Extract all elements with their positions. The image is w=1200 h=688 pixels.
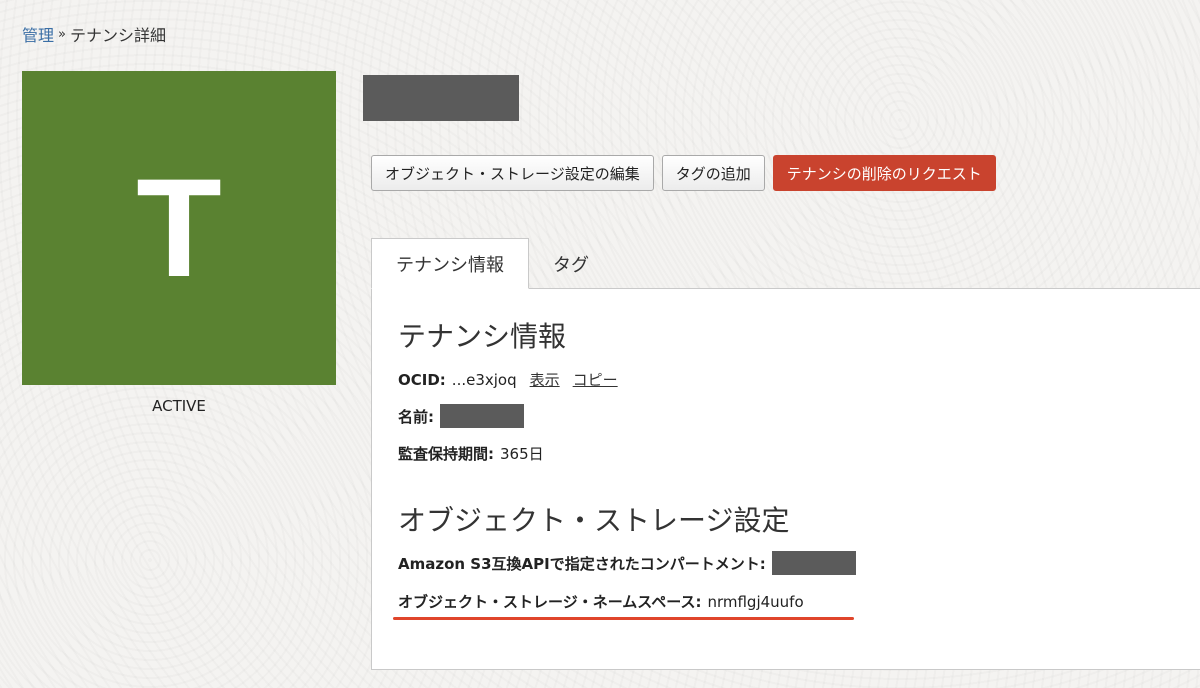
storage-settings-heading: オブジェクト・ストレージ設定 xyxy=(398,504,790,537)
audit-retention-row: 監査保持期間: 365日 xyxy=(398,443,544,464)
breadcrumb: 管理 » テナンシ詳細 xyxy=(22,22,166,46)
tenancy-info-heading: テナンシ情報 xyxy=(398,320,567,353)
s3-compartment-row: Amazon S3互換APIで指定されたコンパートメント: xyxy=(398,551,856,575)
tab-tags[interactable]: タグ xyxy=(529,239,613,289)
audit-retention-label: 監査保持期間: xyxy=(398,445,494,463)
edit-storage-settings-button[interactable]: オブジェクト・ストレージ設定の編集 xyxy=(371,155,654,191)
audit-retention-value: 365日 xyxy=(500,445,544,463)
add-tag-button[interactable]: タグの追加 xyxy=(661,155,765,191)
tenancy-info-panel: テナンシ情報 OCID: ...e3xjoq 表示 コピー 名前: 監査保持期間… xyxy=(371,288,1200,670)
ocid-row: OCID: ...e3xjoq 表示 コピー xyxy=(398,369,618,390)
ocid-copy-link[interactable]: コピー xyxy=(573,369,618,390)
request-delete-tenancy-button[interactable]: テナンシの削除のリクエスト xyxy=(772,155,996,191)
namespace-highlight-underline xyxy=(393,617,854,620)
s3-compartment-label: Amazon S3互換APIで指定されたコンパートメント: xyxy=(398,554,766,573)
s3-compartment-value-redacted xyxy=(771,551,856,575)
namespace-label: オブジェクト・ストレージ・ネームスペース: xyxy=(398,593,702,611)
tab-tenancy-info[interactable]: テナンシ情報 xyxy=(371,238,529,289)
breadcrumb-root-link[interactable]: 管理 xyxy=(22,22,54,46)
tenancy-avatar-tile: T xyxy=(22,71,336,385)
name-label: 名前: xyxy=(398,407,434,426)
tenancy-status: ACTIVE xyxy=(152,397,206,415)
namespace-value: nrmflgj4uufo xyxy=(707,592,804,611)
name-value-redacted xyxy=(440,404,524,428)
breadcrumb-current: テナンシ詳細 xyxy=(69,26,166,45)
namespace-row: オブジェクト・ストレージ・ネームスペース: nrmflgj4uufo xyxy=(398,591,804,612)
name-row: 名前: xyxy=(398,404,524,428)
action-bar: オブジェクト・ストレージ設定の編集 タグの追加 テナンシの削除のリクエスト xyxy=(371,155,996,191)
ocid-show-link[interactable]: 表示 xyxy=(530,369,560,390)
ocid-value: ...e3xjoq xyxy=(451,370,517,389)
breadcrumb-separator: » xyxy=(58,26,66,42)
tab-bar: テナンシ情報 タグ xyxy=(371,238,613,289)
tenancy-avatar-letter: T xyxy=(136,149,222,306)
tenancy-title-redacted xyxy=(363,75,519,121)
ocid-label: OCID: xyxy=(398,370,446,389)
